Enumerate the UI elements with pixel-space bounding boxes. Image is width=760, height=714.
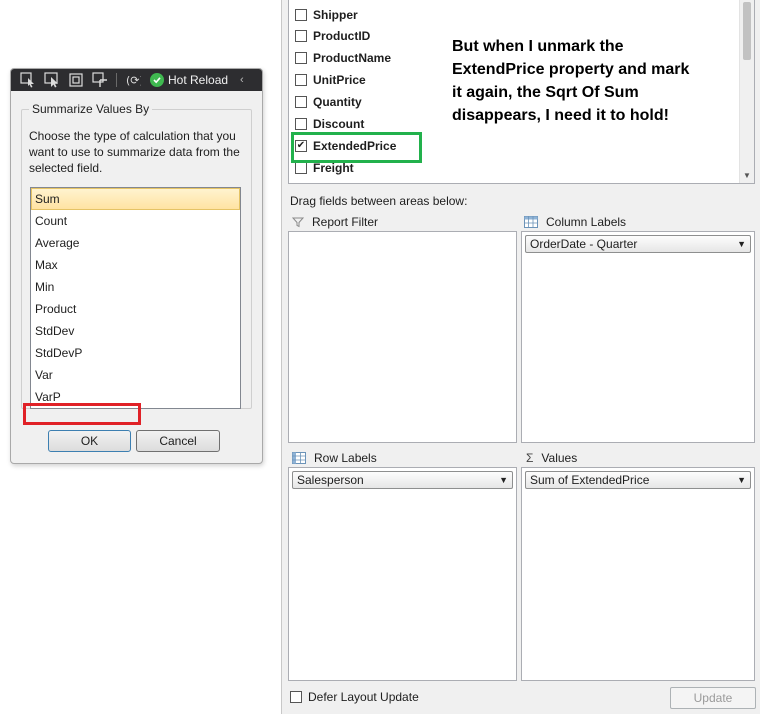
field-item-quantity[interactable]: Quantity	[295, 93, 362, 111]
column-labels-header: Column Labels	[524, 213, 626, 231]
select-pointer-icon[interactable]	[41, 71, 63, 89]
summarize-values-dialog: (⟳) Hot Reload ‹ Summarize Values By Cho…	[10, 68, 263, 464]
svg-text:(⟳): (⟳)	[126, 74, 141, 87]
list-item-average[interactable]: Average	[31, 232, 240, 254]
sigma-icon: Σ	[526, 451, 534, 465]
display-layout-icon[interactable]	[65, 71, 87, 89]
combo-value: OrderDate - Quarter	[530, 237, 638, 251]
column-grid-icon	[524, 216, 538, 228]
field-checkbox[interactable]	[295, 162, 307, 174]
field-label: ProductID	[313, 29, 371, 43]
red-highlight-box	[23, 403, 141, 425]
toolbar-separator	[116, 73, 117, 87]
hot-reload-label: Hot Reload	[168, 73, 229, 87]
chevron-left-icon[interactable]: ‹	[240, 74, 244, 86]
report-filter-title: Report Filter	[312, 215, 379, 229]
list-item-count[interactable]: Count	[31, 210, 240, 232]
column-labels-title: Column Labels	[546, 215, 627, 229]
combo-value: Sum of ExtendedPrice	[530, 473, 650, 487]
field-checkbox[interactable]	[295, 74, 307, 86]
field-label: ProductName	[313, 51, 392, 65]
cancel-button[interactable]: Cancel	[136, 430, 220, 452]
field-item-unitprice[interactable]: UnitPrice	[295, 71, 366, 89]
ok-button[interactable]: OK	[48, 430, 131, 452]
defer-label: Defer Layout Update	[308, 690, 419, 704]
field-item-productid[interactable]: ProductID	[295, 27, 370, 45]
column-labels-combo[interactable]: OrderDate - Quarter ▼	[525, 235, 751, 253]
field-item-discount[interactable]: Discount	[295, 115, 364, 133]
xaml-debug-toolbar: (⟳) Hot Reload ‹	[11, 69, 262, 91]
green-highlight-box	[291, 132, 422, 163]
list-item-stddev[interactable]: StdDev	[31, 320, 240, 342]
list-item-min[interactable]: Min	[31, 276, 240, 298]
drag-fields-label: Drag fields between areas below:	[290, 194, 468, 208]
row-labels-title: Row Labels	[314, 451, 377, 465]
report-filter-header: Report Filter	[292, 213, 378, 231]
column-labels-area[interactable]: OrderDate - Quarter ▼	[521, 231, 755, 443]
dropdown-arrow-icon[interactable]: ▼	[737, 472, 746, 488]
field-checkbox[interactable]	[295, 9, 307, 21]
field-item-shipper[interactable]: Shipper	[295, 6, 358, 24]
group-title: Summarize Values By	[29, 102, 153, 116]
field-list[interactable]: Shipper ProductID ProductName UnitPrice …	[288, 0, 755, 184]
calculation-listbox[interactable]: Sum Count Average Max Min Product StdDev…	[30, 187, 241, 409]
track-focus-icon[interactable]	[89, 71, 111, 89]
filter-icon	[292, 217, 304, 228]
field-label: Discount	[313, 117, 365, 131]
list-item-var[interactable]: Var	[31, 364, 240, 386]
annotation-text: But when I unmark the ExtendPrice proper…	[452, 38, 690, 124]
values-area[interactable]: Sum of ExtendedPrice ▼	[521, 467, 755, 681]
select-element-icon[interactable]	[17, 71, 39, 89]
scroll-down-icon[interactable]: ▼	[743, 171, 751, 180]
dropdown-arrow-icon[interactable]: ▼	[737, 236, 746, 252]
field-label: UnitPrice	[313, 73, 366, 87]
field-item-productname[interactable]: ProductName	[295, 49, 391, 67]
defer-checkbox[interactable]	[290, 691, 302, 703]
dropdown-arrow-icon[interactable]: ▼	[499, 472, 508, 488]
field-checkbox[interactable]	[295, 30, 307, 42]
list-item-max[interactable]: Max	[31, 254, 240, 276]
field-list-scrollbar[interactable]: ▼	[739, 0, 754, 183]
field-checkbox[interactable]	[295, 96, 307, 108]
row-labels-header: Row Labels	[292, 449, 377, 467]
list-item-sum[interactable]: Sum	[31, 188, 240, 210]
combo-value: Salesperson	[297, 473, 364, 487]
field-label: Quantity	[313, 95, 362, 109]
hot-reload-status-icon	[150, 73, 164, 87]
row-grid-icon	[292, 452, 306, 464]
group-description: Choose the type of calculation that you …	[29, 129, 240, 175]
scrollbar-thumb[interactable]	[743, 2, 751, 60]
field-label: Shipper	[313, 8, 358, 22]
row-labels-area[interactable]: Salesperson ▼	[288, 467, 517, 681]
summarize-values-group: Summarize Values By Choose the type of c…	[21, 102, 252, 409]
values-combo[interactable]: Sum of ExtendedPrice ▼	[525, 471, 751, 489]
hot-reload-button[interactable]: Hot Reload	[150, 73, 228, 87]
update-button[interactable]: Update	[670, 687, 756, 709]
field-checkbox[interactable]	[295, 118, 307, 130]
binding-icon[interactable]: (⟳)	[122, 71, 144, 89]
pivot-field-list-panel: Shipper ProductID ProductName UnitPrice …	[281, 0, 760, 714]
field-checkbox[interactable]	[295, 52, 307, 64]
field-label: Freight	[313, 161, 354, 175]
report-filter-area[interactable]	[288, 231, 517, 443]
list-item-product[interactable]: Product	[31, 298, 240, 320]
defer-layout-update[interactable]: Defer Layout Update	[290, 690, 419, 704]
row-labels-combo[interactable]: Salesperson ▼	[292, 471, 513, 489]
values-header: Σ Values	[526, 449, 577, 467]
values-title: Values	[541, 451, 578, 465]
list-item-stddevp[interactable]: StdDevP	[31, 342, 240, 364]
